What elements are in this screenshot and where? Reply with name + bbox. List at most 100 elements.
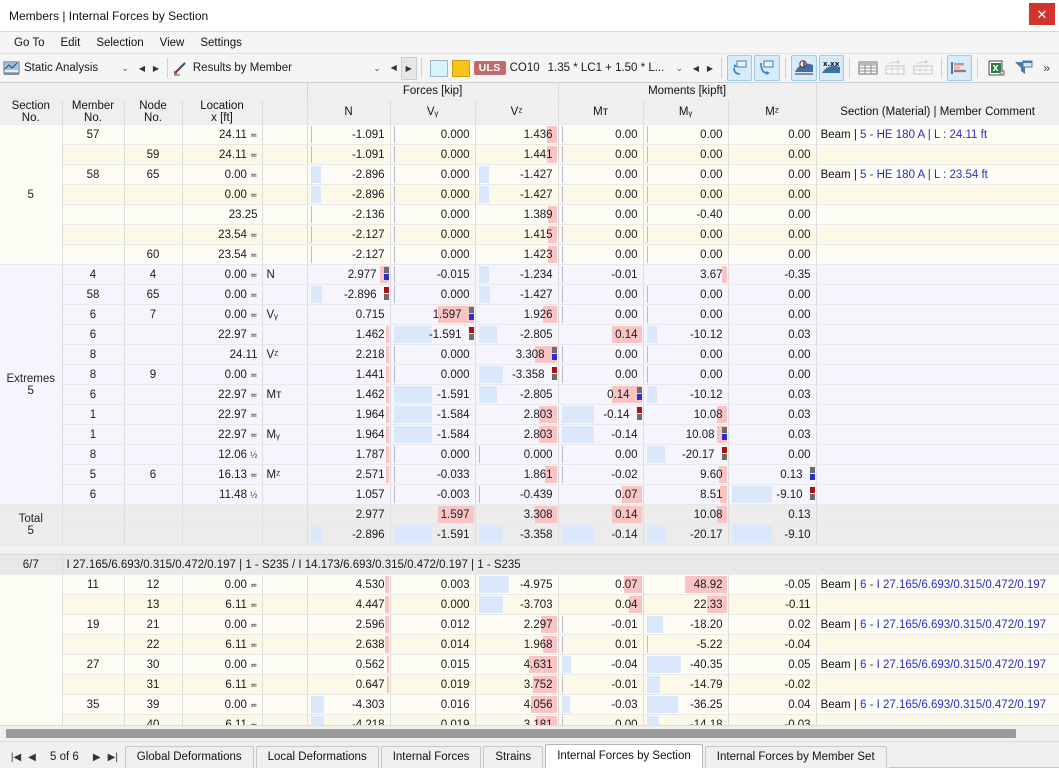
cell-force-vz[interactable]: -0.439 — [475, 484, 559, 505]
cell-section-comment[interactable]: Beam | 5 - HE 180 A | L : 24.11 ft — [816, 124, 1059, 145]
cell-moment-mz[interactable]: 0.02 — [728, 614, 817, 635]
cell-moment-my[interactable]: 0.00 — [643, 284, 729, 305]
cell-extreme-type[interactable] — [262, 164, 308, 185]
cell-extreme-type[interactable] — [262, 124, 308, 145]
cell-moment-mz[interactable]: -0.04 — [728, 634, 817, 655]
cell-location[interactable]: 16.13 ≖ — [182, 464, 263, 485]
cell-force-vz[interactable]: 1.926 — [475, 304, 559, 325]
cell-moment-mt[interactable]: 0.14 — [558, 384, 644, 405]
table-top-icon[interactable] — [883, 55, 909, 81]
show-values-icon[interactable]: x.xx — [818, 55, 845, 81]
cell-force-vy[interactable]: 0.000 — [390, 344, 476, 365]
cell-moment-my[interactable]: -36.25 — [643, 694, 729, 715]
cell-moment-mz[interactable]: 0.00 — [728, 364, 817, 385]
cell-moment-mt[interactable]: 0.00 — [558, 344, 644, 365]
cell-node-no[interactable] — [124, 184, 183, 205]
cell-moment-mz[interactable]: 0.13 — [728, 504, 817, 525]
cell-location[interactable]: 11.48 ½ — [182, 484, 263, 505]
tab-local-deformations[interactable]: Local Deformations — [255, 746, 379, 768]
cell-member-no[interactable]: 8 — [62, 344, 125, 365]
cell-member-no[interactable] — [62, 244, 125, 265]
load-case-prev-button[interactable]: ◀ — [689, 58, 703, 79]
cell-moment-mt[interactable]: 0.00 — [558, 204, 644, 225]
cell-extreme-type[interactable] — [262, 524, 308, 545]
cell-location[interactable]: 0.00 ≖ — [182, 284, 263, 305]
table-row[interactable]: 27 30 0.00 ≖ 0.562 0.015 4.631 -0.04 -40.35 0.05 B… — [0, 654, 1059, 675]
col-moment-mz[interactable]: Mᶻ — [728, 99, 817, 125]
table-row[interactable]: 6 22.97 ≖ 1.462 -1.591 -2.805 0.14 -10.12 0.03 — [0, 324, 1059, 345]
cell-section-comment[interactable] — [816, 244, 1059, 265]
cell-section-comment[interactable] — [816, 674, 1059, 695]
cell-node-no[interactable]: 13 — [124, 594, 183, 615]
cell-force-n[interactable]: 1.462 — [307, 384, 391, 405]
cell-extreme-type[interactable] — [262, 484, 308, 505]
tab-internal-forces-by-member-set[interactable]: Internal Forces by Member Set — [704, 746, 887, 768]
cell-node-no[interactable]: 7 — [124, 304, 183, 325]
cell-force-vz[interactable]: 3.752 — [475, 674, 559, 695]
cell-node-no[interactable] — [124, 404, 183, 425]
cell-moment-my[interactable]: 3.67 — [643, 264, 729, 285]
cell-moment-my[interactable]: -18.20 — [643, 614, 729, 635]
cell-force-n[interactable]: -4.303 — [307, 694, 391, 715]
scrollbar-thumb[interactable] — [6, 729, 1016, 738]
cell-force-vz[interactable]: 4.056 — [475, 694, 559, 715]
filter-icon[interactable] — [1011, 55, 1037, 81]
cell-extreme-type[interactable] — [262, 284, 308, 305]
cell-force-n[interactable]: -4.218 — [307, 714, 391, 725]
cell-member-no[interactable]: 1 — [62, 424, 125, 445]
load-combination-combo[interactable]: 1.35 * LC1 + 1.50 * L... ⌄ — [548, 58, 689, 79]
table-row[interactable]: 11 12 0.00 ≖ 4.530 0.003 -4.975 0.07 48.92 -0.05 B… — [0, 574, 1059, 725]
cell-force-vy[interactable]: 0.000 — [390, 244, 476, 265]
cell-force-vy[interactable]: 0.000 — [390, 124, 476, 145]
table-row[interactable]: 0.00 ≖ -2.896 0.000 -1.427 0.00 0.00 0.00 — [0, 184, 1059, 205]
cell-moment-my[interactable]: 22.33 — [643, 594, 729, 615]
cell-location[interactable]: 0.00 ≖ — [182, 304, 263, 325]
cell-node-no[interactable]: 30 — [124, 654, 183, 675]
cell-member-no[interactable]: 57 — [62, 124, 125, 145]
table-row[interactable]: 8 9 0.00 ≖ 1.441 0.000 -3.358 0.00 0.00 0.00 — [0, 364, 1059, 385]
cell-node-no[interactable] — [124, 384, 183, 405]
cell-member-no[interactable] — [62, 204, 125, 225]
cell-member-no[interactable] — [62, 184, 125, 205]
cell-extreme-type[interactable] — [262, 144, 308, 165]
cell-moment-mt[interactable]: -0.04 — [558, 654, 644, 675]
table-row[interactable]: 5 57 24.11 ≖ -1.091 0.000 1.436 0.00 0.00 0.00 Bea… — [0, 124, 1059, 265]
cell-force-vy[interactable]: 0.015 — [390, 654, 476, 675]
table-row[interactable]: 6 11.48 ½ 1.057 -0.003 -0.439 0.07 8.51 -9.10 — [0, 484, 1059, 505]
cell-moment-mt[interactable]: -0.14 — [558, 424, 644, 445]
menu-item-edit[interactable]: Edit — [52, 35, 88, 51]
cell-node-no[interactable]: 65 — [124, 164, 183, 185]
cell-force-vz[interactable]: 1.436 — [475, 124, 559, 145]
cell-moment-my[interactable]: 10.08 — [643, 504, 729, 525]
cell-extreme-type[interactable]: Mᵧ — [262, 424, 308, 445]
tab-internal-forces-by-section[interactable]: Internal Forces by Section — [545, 744, 703, 768]
cell-moment-mt[interactable]: 0.00 — [558, 284, 644, 305]
cell-force-vz[interactable]: -1.427 — [475, 164, 559, 185]
cell-member-no[interactable] — [62, 634, 125, 655]
cell-node-no[interactable] — [124, 224, 183, 245]
cell-force-vy[interactable]: 0.000 — [390, 444, 476, 465]
cell-force-n[interactable]: -2.896 — [307, 284, 391, 305]
cell-moment-my[interactable]: 0.00 — [643, 144, 729, 165]
cell-force-vy[interactable]: 0.000 — [390, 204, 476, 225]
cell-moment-my[interactable]: 48.92 — [643, 574, 729, 595]
cell-force-vz[interactable]: -3.358 — [475, 524, 559, 545]
cell-force-n[interactable]: -1.091 — [307, 144, 391, 165]
cell-moment-mz[interactable]: 0.00 — [728, 304, 817, 325]
analysis-type-combo[interactable]: Static Analysis ⌄ — [3, 58, 135, 79]
analysis-next-button[interactable]: ▶ — [149, 58, 163, 79]
cell-extreme-type[interactable] — [262, 204, 308, 225]
chevron-down-icon-3[interactable]: ⌄ — [665, 63, 689, 74]
cell-force-vz[interactable]: 1.861 — [475, 464, 559, 485]
cell-location[interactable]: 0.00 ≖ — [182, 184, 263, 205]
cell-extreme-type[interactable] — [262, 444, 308, 465]
cell-force-vy[interactable]: 0.000 — [390, 224, 476, 245]
cell-force-vy[interactable]: 1.597 — [390, 504, 476, 525]
cell-extreme-type[interactable]: N — [262, 264, 308, 285]
cell-moment-mt[interactable]: 0.00 — [558, 444, 644, 465]
table-row[interactable]: 6 22.97 ≖ Mᴛ 1.462 -1.591 -2.805 0.14 -10.12 0.03 — [0, 384, 1059, 405]
tab-strains[interactable]: Strains — [483, 746, 544, 768]
cell-moment-my[interactable]: 0.00 — [643, 244, 729, 265]
cell-section-comment[interactable] — [816, 304, 1059, 325]
cell-force-vy[interactable]: 0.000 — [390, 184, 476, 205]
